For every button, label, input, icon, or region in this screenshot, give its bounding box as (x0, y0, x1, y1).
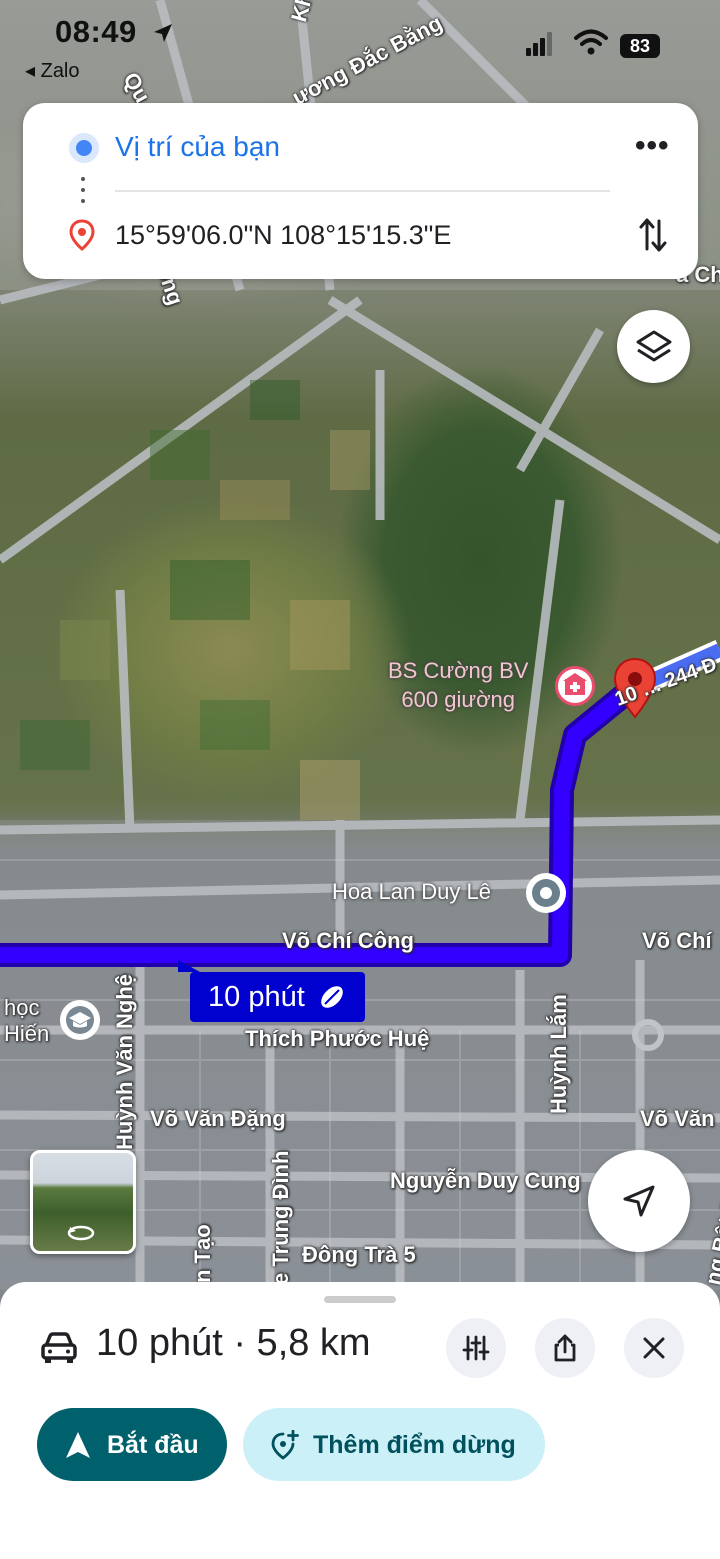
share-icon (554, 1334, 576, 1362)
more-options-icon[interactable]: ••• (635, 129, 670, 163)
road-label: e Trung Đình (268, 1150, 293, 1285)
road-label: Võ Văn Đặng (150, 1106, 286, 1131)
directions-card: Vị trí của bạn 15°59'06.0"N 108°15'15.3"… (23, 103, 698, 279)
road-label: Thích Phước Huệ (245, 1026, 430, 1051)
route-dots-connector (81, 177, 85, 210)
close-icon (643, 1337, 665, 1359)
road-label: Huỳnh Lắm (546, 994, 571, 1114)
back-to-app-link[interactable]: ◂ Zalo (25, 58, 80, 83)
wifi-icon (574, 29, 608, 55)
school-icon[interactable] (60, 1000, 100, 1040)
destination-pin-small-icon (69, 219, 95, 251)
street-view-rotate-icon (67, 1225, 95, 1241)
my-location-button[interactable] (588, 1150, 690, 1252)
hospital-icon[interactable] (555, 666, 595, 706)
school-label[interactable]: học Hiến (4, 995, 49, 1047)
share-button[interactable] (535, 1318, 595, 1378)
street-view-thumbnail[interactable] (30, 1150, 136, 1254)
start-navigation-button[interactable]: Bắt đầu (37, 1408, 227, 1481)
road-label: Đông Trà 5 (302, 1242, 416, 1267)
add-location-icon (271, 1430, 299, 1460)
navigation-arrow-icon (623, 1185, 655, 1217)
swap-vertical-icon[interactable] (638, 215, 668, 255)
bottom-sheet: 10 phút · 5,8 km Bắt đầu Thêm điểm dừng (0, 1282, 720, 1559)
location-arrow-icon (154, 24, 172, 42)
road-label: n Tạo (190, 1224, 215, 1283)
road-label: Võ Văn (640, 1106, 715, 1131)
origin-field[interactable]: Vị trí của bạn (115, 131, 280, 163)
car-icon (41, 1332, 77, 1363)
road-label: Võ Chí (642, 928, 712, 953)
drag-handle[interactable] (324, 1296, 396, 1303)
layers-icon (636, 330, 672, 362)
sliders-icon (462, 1335, 490, 1361)
destination-field[interactable]: 15°59'06.0"N 108°15'15.3"E (115, 220, 451, 251)
poi-hospital-label[interactable]: BS Cường BV 600 giường (388, 657, 528, 714)
road-label: Nguyễn Duy Cung (390, 1168, 581, 1193)
origin-location-icon (69, 133, 99, 163)
battery-indicator: 83 (620, 34, 660, 58)
add-stop-button[interactable]: Thêm điểm dừng (243, 1408, 545, 1481)
poi-flower-label[interactable]: Hoa Lan Duy Lê (332, 878, 491, 907)
divider (115, 190, 610, 192)
clock: 08:49 (55, 14, 137, 49)
cellular-signal-icon (526, 30, 554, 56)
road-label: Huỳnh Văn Nghệ (112, 973, 137, 1150)
status-bar: 08:49 ◂ Zalo 83 (0, 0, 720, 90)
route-eta-bubble[interactable]: 10 phút (178, 960, 365, 1022)
poi-pin-icon[interactable] (526, 873, 566, 913)
navigation-start-icon (66, 1432, 90, 1458)
leaf-icon (320, 986, 343, 1008)
route-options-button[interactable] (446, 1318, 506, 1378)
trip-summary: 10 phút · 5,8 km (96, 1322, 371, 1364)
layers-button[interactable] (617, 310, 690, 383)
close-button[interactable] (624, 1318, 684, 1378)
road-label-vo-chi-cong: Võ Chí Công (282, 928, 414, 953)
